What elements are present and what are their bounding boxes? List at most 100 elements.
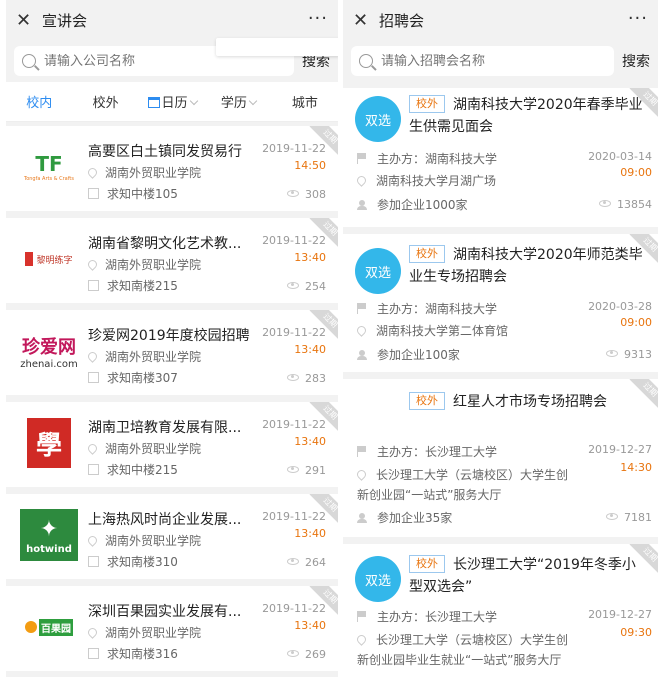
list-item[interactable]: 过期 TF Tongfa Arts & Crafts 高要区白土镇同发贸易行 2… xyxy=(6,126,338,211)
logo-mark: ✦ xyxy=(39,516,59,542)
location-icon xyxy=(355,174,368,187)
school-label: 湖南外贸职业学院 xyxy=(105,166,202,180)
school: 湖南外贸职业学院 xyxy=(86,440,201,457)
list-item[interactable]: 过期 校外 红星人才市场专场招聘会 主办方：长沙理工大学 2019-12-27 1… xyxy=(343,379,658,537)
logo-text: TF xyxy=(35,152,63,176)
room: 求知中楼105 xyxy=(88,185,178,202)
left-panel: ✕ 宣讲会 ··· 搜索 校内 校外 日历 学历 城市 过期 TF Tongfa… xyxy=(6,0,338,677)
more-menu-icon[interactable]: ··· xyxy=(628,8,648,29)
talk-date: 2019-11-22 xyxy=(262,510,326,523)
list-item[interactable]: 过期 双选 校外 湖南科技大学2020年师范类毕业生专场招聘会 主办方：湖南科技大… xyxy=(343,234,658,372)
fair-search-input[interactable] xyxy=(381,53,601,69)
close-icon[interactable]: ✕ xyxy=(16,10,38,31)
room-label: 求知中楼105 xyxy=(107,187,178,201)
right-searchbar: 搜索 xyxy=(343,40,658,82)
flag-icon xyxy=(357,446,367,457)
room: 求知南楼215 xyxy=(88,277,178,294)
company-logo: ✦ hotwind xyxy=(20,509,78,561)
page-title: 招聘会 xyxy=(379,11,425,30)
fair-title: 校外 红星人才市场专场招聘会 xyxy=(409,391,649,413)
eye-icon xyxy=(287,374,299,381)
flag-icon xyxy=(357,611,367,622)
fair-date: 2020-03-28 xyxy=(588,300,652,313)
company-logo: 黎明练字 xyxy=(20,233,78,285)
fair-date: 2019-12-27 xyxy=(588,443,652,456)
filter-off-campus[interactable]: 校外 xyxy=(72,92,138,111)
list-item[interactable]: 过期 百果园 深圳百果园实业发展有... 2019-11-22 13:40 湖南… xyxy=(6,586,338,671)
school-label: 湖南外贸职业学院 xyxy=(105,534,202,548)
filter-calendar[interactable]: 日历 xyxy=(139,92,205,111)
more-menu-icon[interactable]: ··· xyxy=(308,8,328,29)
search-button[interactable]: 搜索 xyxy=(622,51,650,71)
fair-list: 过期 双选 校外 湖南科技大学2020年春季毕业生供需见面会 主办方：湖南科技大学… xyxy=(343,88,658,677)
search-box[interactable] xyxy=(351,46,614,76)
company-name: 湖南卫培教育发展有限... xyxy=(88,420,242,436)
location-icon xyxy=(355,324,368,337)
double-select-badge: 双选 xyxy=(355,556,401,602)
company-count-text: 参加企业100家 xyxy=(377,348,460,362)
right-panel: ✕ 招聘会 ··· 搜索 过期 双选 校外湖南科技大学2020年春季毕业生供需见… xyxy=(343,0,658,677)
view-count: 264 xyxy=(287,556,326,569)
view-count: 7181 xyxy=(606,511,652,524)
list-item[interactable]: 过期 學 湖南卫培教育发展有限... 2019-11-22 13:40 湖南外贸… xyxy=(6,402,338,487)
off-campus-tag: 校外 xyxy=(409,392,445,410)
room: 求知南楼307 xyxy=(88,369,178,386)
left-titlebar: ✕ 宣讲会 ··· xyxy=(6,0,338,40)
host-prefix: 主办方： xyxy=(377,445,426,459)
search-icon xyxy=(22,54,36,68)
view-count: 13854 xyxy=(599,198,652,211)
flag-icon xyxy=(357,153,367,164)
list-item[interactable]: 过期 双选 校外 湖南科技大学2020年春季毕业生供需见面会 主办方：湖南科技大学… xyxy=(343,88,658,227)
company-name: 上海热风时尚企业发展... xyxy=(88,512,242,528)
company-count-text: 参加企业1000家 xyxy=(377,198,468,212)
views-label: 264 xyxy=(305,556,326,569)
host-prefix: 主办方： xyxy=(377,610,426,624)
room-label: 求知南楼316 xyxy=(107,647,178,661)
host-name: 湖南科技大学 xyxy=(425,302,498,316)
host: 主办方：长沙理工大学 xyxy=(357,443,497,460)
location-icon xyxy=(86,258,99,271)
filter-label: 学历 xyxy=(220,96,247,111)
room: 求知中楼215 xyxy=(88,461,178,478)
building-icon xyxy=(88,188,99,199)
logo-subtext: Tongfa Arts & Crafts xyxy=(24,176,74,182)
fair-title: 校外 长沙理工大学“2019年冬季小型双选会” xyxy=(409,554,649,598)
list-item[interactable]: 过期 珍爱网 zhenai.com 珍爱网2019年度校园招聘 2019-11-… xyxy=(6,310,338,395)
off-campus-tag: 校外 xyxy=(409,245,445,263)
close-icon[interactable]: ✕ xyxy=(353,10,375,31)
views-label: 308 xyxy=(305,188,326,201)
page-title: 宣讲会 xyxy=(42,11,88,30)
place: 长沙理工大学（云塘校区）大学生创新创业园毕业生就业“一站式”服务大厅 xyxy=(355,630,573,670)
views-label: 7181 xyxy=(624,511,652,524)
company-name: 湖南省黎明文化艺术教... xyxy=(88,236,242,252)
eye-icon xyxy=(287,190,299,197)
school: 湖南外贸职业学院 xyxy=(86,164,202,181)
view-count: 291 xyxy=(287,464,326,477)
place-text: 长沙理工大学（云塘校区）大学生创新创业园毕业生就业“一站式”服务大厅 xyxy=(357,633,569,667)
logo-mark xyxy=(25,252,34,266)
views-label: 254 xyxy=(305,280,326,293)
filter-city[interactable]: 城市 xyxy=(272,92,338,111)
calendar-icon xyxy=(147,97,160,108)
fair-time: 14:30 xyxy=(620,461,652,474)
school-label: 湖南外贸职业学院 xyxy=(105,350,202,364)
chevron-down-icon xyxy=(189,96,198,106)
logo-subtext: zhenai.com xyxy=(20,358,78,370)
room-label: 求知南楼310 xyxy=(107,555,178,569)
school: 湖南外贸职业学院 xyxy=(86,348,202,365)
list-item[interactable]: 过期 黎明练字 湖南省黎明文化艺术教... 2019-11-22 13:40 湖… xyxy=(6,218,338,303)
eye-icon xyxy=(287,466,299,473)
view-count: 254 xyxy=(287,280,326,293)
host-prefix: 主办方： xyxy=(377,152,426,166)
list-item[interactable]: 过期 ✦ hotwind 上海热风时尚企业发展... 2019-11-22 13… xyxy=(6,494,338,579)
list-item[interactable]: 过期 双选 校外 长沙理工大学“2019年冬季小型双选会” 主办方：长沙理工大学 … xyxy=(343,544,658,677)
building-icon xyxy=(88,556,99,567)
company-name: 深圳百果园实业发展有... xyxy=(88,604,242,620)
filter-on-campus[interactable]: 校内 xyxy=(6,92,72,111)
building-icon xyxy=(88,464,99,475)
filter-education[interactable]: 学历 xyxy=(205,92,271,111)
off-campus-tag: 校外 xyxy=(409,555,445,573)
company-name: 珍爱网2019年度校园招聘 xyxy=(88,328,250,344)
school: 湖南外贸职业学院 xyxy=(86,532,202,549)
logo-text: 百果园 xyxy=(39,618,73,636)
